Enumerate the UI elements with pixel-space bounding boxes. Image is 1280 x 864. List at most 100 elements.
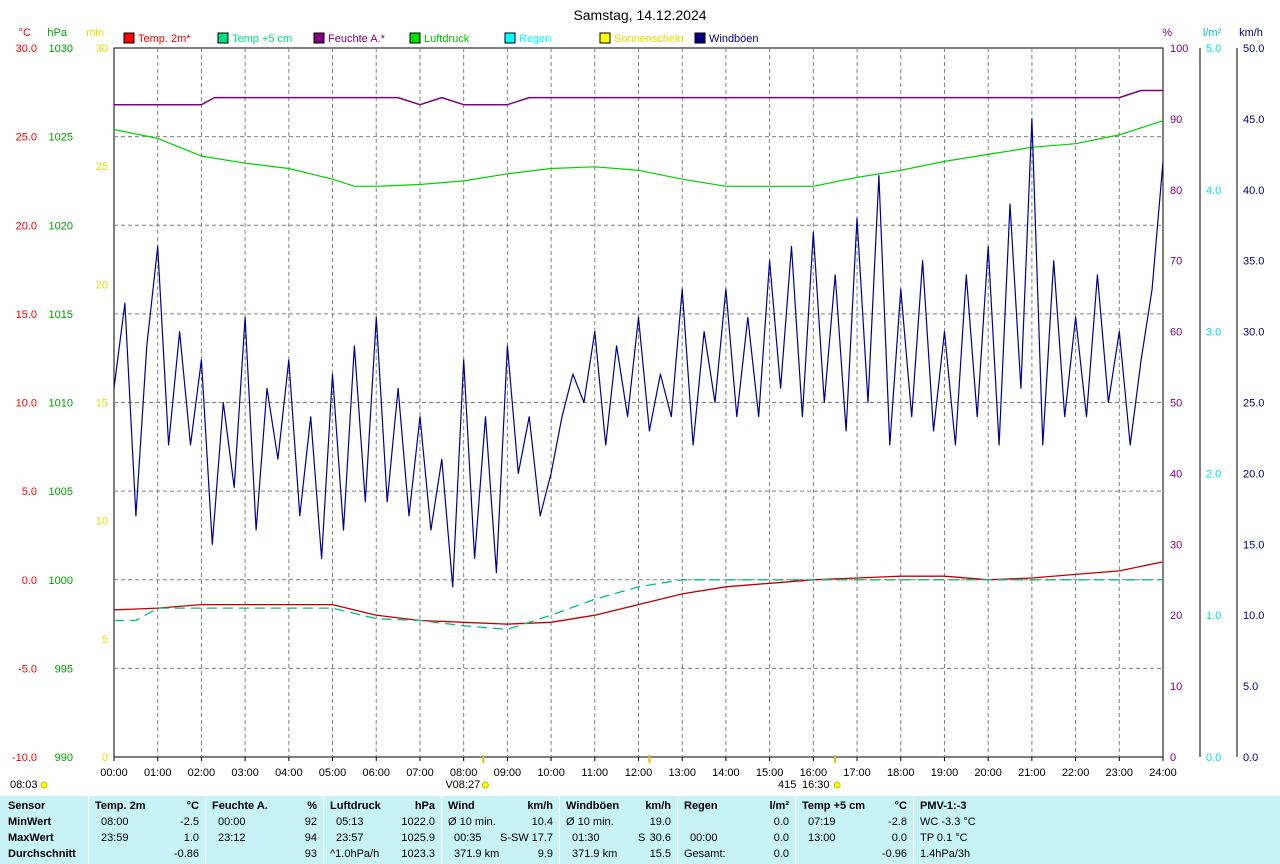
temp2m-max-value: 1.0 — [183, 832, 199, 844]
x-tick-label: 23:00 — [1106, 767, 1134, 779]
humidity-unit: % — [307, 800, 317, 812]
summary-pressure: Luftdruck hPa 05:13 1022.0 23:57 1025.9 … — [324, 796, 441, 864]
x-tick-label: 13:00 — [668, 767, 696, 779]
humidity-tick-label: 50 — [1170, 398, 1182, 410]
pressure-max-value: 1025.9 — [401, 832, 435, 844]
temp5cm-min-value: -2.8 — [888, 816, 907, 828]
legend-label: Regen — [519, 33, 551, 45]
pmv-pressure-trend: 1.4hPa/3h — [920, 848, 971, 860]
x-tick-label: 16:00 — [800, 767, 828, 779]
temp2m-unit: °C — [186, 800, 199, 812]
x-tick-label: 00:00 — [100, 767, 128, 779]
sunshine-tick-label: 0 — [102, 752, 108, 764]
legend-label: Temp. 2m* — [138, 33, 191, 45]
humidity-avg: 93 — [304, 848, 317, 860]
wind-axis-unit: km/h — [1239, 27, 1263, 39]
chart-title: Samstag, 14.12.2024 — [573, 7, 706, 23]
wind-tick-label: 10.0 — [1243, 610, 1264, 622]
pmv-windchill: WC -3.3 °C — [920, 816, 976, 828]
temp5cm-avg: -0.96 — [881, 848, 907, 860]
pressure-tick-label: 1000 — [49, 575, 73, 587]
summary-table: Sensor MinWert MaxWert Durchschnitt Temp… — [0, 796, 1280, 864]
wind-tick-label: 0.0 — [1243, 752, 1258, 764]
rain-title: Regen — [684, 800, 718, 812]
rain-tick-label: 2.0 — [1206, 468, 1221, 480]
pmv-dewpoint: TP 0.1 °C — [920, 832, 968, 844]
summary-gusts: Windböen km/h Ø 10 min. 19.0 01:30 S 30.… — [560, 796, 677, 864]
wind-tick-label: 50.0 — [1243, 43, 1264, 55]
gusts-max-time: 01:30 — [572, 832, 600, 844]
rain-tick-label: 1.0 — [1206, 610, 1221, 622]
legend-label: Windböen — [709, 33, 759, 45]
x-tick-label: 03:00 — [231, 767, 259, 779]
temp5cm-max-time: 13:00 — [808, 832, 836, 844]
pressure-tick-label: 990 — [55, 752, 73, 764]
pressure-title: Luftdruck — [330, 800, 381, 812]
humidity-tick-label: 30 — [1170, 539, 1182, 551]
x-tick-label: 01:00 — [144, 767, 172, 779]
x-tick-label: 22:00 — [1062, 767, 1090, 779]
rain-unit: l/m² — [769, 800, 789, 812]
wind-avg10-value: 10.4 — [531, 816, 553, 828]
humidity-tick-label: 0 — [1170, 752, 1176, 764]
humidity-tick-label: 90 — [1170, 114, 1182, 126]
legend-swatch — [694, 32, 706, 44]
temp-axis-unit: °C — [19, 27, 31, 39]
rain-tick-label: 4.0 — [1206, 185, 1221, 197]
rain-tick-label: 3.0 — [1206, 327, 1221, 339]
row-label-min: MinWert — [8, 816, 52, 828]
pressure-trend: ^1.0hPa/h — [330, 848, 380, 860]
sunshine-axis-unit: min — [86, 27, 104, 39]
gusts-avg10-value: 19.0 — [649, 816, 671, 828]
x-tick-label: 14:00 — [712, 767, 740, 779]
wind-distance: 371.9 km — [454, 848, 500, 860]
pressure-axis-unit: hPa — [47, 27, 67, 39]
gusts-avg: 15.5 — [649, 848, 671, 860]
solar-noon-label: 415 — [778, 779, 796, 791]
wind-tick-label: 5.0 — [1243, 681, 1258, 693]
rain-tick-label: 0.0 — [1206, 752, 1221, 764]
x-tick-label: 02:00 — [188, 767, 216, 779]
wind-tick-label: 40.0 — [1243, 185, 1264, 197]
x-tick-label: 12:00 — [625, 767, 653, 779]
humidity-tick-label: 100 — [1170, 43, 1188, 55]
wind-avg10-label: Ø 10 min. — [448, 816, 496, 828]
legend-swatch — [217, 32, 229, 44]
sunset-dot — [833, 781, 841, 789]
temp5cm-title: Temp +5 cm — [802, 800, 866, 812]
wind-title: Wind — [448, 800, 475, 812]
rain-total-label: Gesamt: — [684, 848, 726, 860]
pmv-title: PMV-1:-3 — [920, 800, 967, 812]
wind-tick-label: 20.0 — [1243, 468, 1264, 480]
wind-max-time: 00:35 — [454, 832, 482, 844]
sun-dot — [40, 781, 48, 789]
legend-label: Sonnenschein — [614, 33, 684, 45]
summary-rain: Regen l/m² 0.0 00:00 0.0 Gesamt: 0.0 — [678, 796, 795, 864]
pressure-tick-label: 995 — [55, 663, 73, 675]
temp-tick-label: 0.0 — [22, 575, 37, 587]
row-label-avg: Durchschnitt — [8, 848, 76, 860]
summary-pmv: PMV-1:-3 WC -3.3 °C TP 0.1 °C 1.4hPa/3h — [914, 796, 1034, 864]
left-time-label: 08:03 — [10, 779, 38, 791]
sunshine-tick-label: 10 — [96, 516, 108, 528]
wind-tick-label: 15.0 — [1243, 539, 1264, 551]
chart-legend: Temp. 2m* Temp +5 cm Feuchte A.* Luftdruck R… — [123, 32, 759, 45]
gusts-avg10-label: Ø 10 min. — [566, 816, 614, 828]
wind-tick-label: 30.0 — [1243, 327, 1264, 339]
legend-swatch — [599, 32, 611, 44]
rain-max-value: 0.0 — [773, 832, 789, 844]
x-tick-label: 04:00 — [275, 767, 303, 779]
x-tick-label: 15:00 — [756, 767, 784, 779]
wind-avg: 9.9 — [537, 848, 553, 860]
x-tick-label: 24:00 — [1149, 767, 1177, 779]
x-tick-label: 20:00 — [974, 767, 1002, 779]
summary-humidity: Feuchte A. % 00:00 92 23:12 94 93 — [206, 796, 323, 864]
temp5cm-min-time: 07:19 — [808, 816, 836, 828]
temp2m-min-time: 08:00 — [101, 816, 129, 828]
humidity-max-value: 94 — [304, 832, 317, 844]
humidity-min-time: 00:00 — [218, 816, 246, 828]
sunshine-tick-label: 15 — [96, 398, 108, 410]
x-tick-label: 19:00 — [931, 767, 959, 779]
sunshine-tick-label: 30 — [96, 43, 108, 55]
x-tick-label: 09:00 — [494, 767, 522, 779]
